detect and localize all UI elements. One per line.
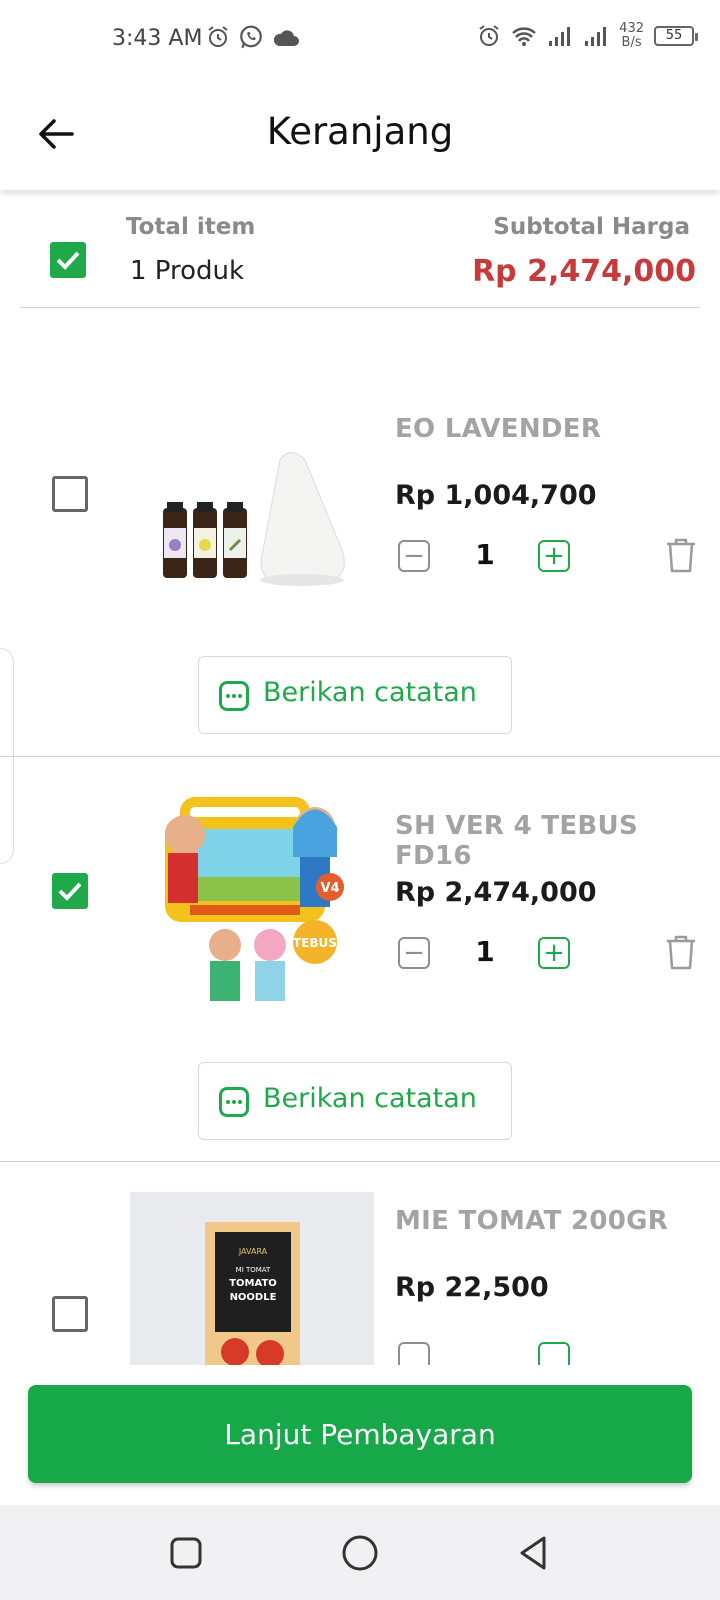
item-checkbox[interactable] [52,873,88,909]
app-bar: Keranjang [0,80,720,190]
note-icon [219,1087,249,1117]
product-name: MIE TOMAT 200GR [395,1206,669,1236]
increase-quantity-button[interactable]: + [538,540,570,572]
decrease-quantity-button[interactable] [398,1342,430,1365]
svg-text:V4: V4 [320,881,339,896]
svg-text:TOMATO: TOMATO [229,1278,277,1289]
product-image [130,430,370,610]
battery-icon: 55 [654,26,698,46]
alarm-icon [479,25,499,46]
subtotal-value: Rp 2,474,000 [472,254,696,289]
status-right-icons: 432 B/s 55 [477,21,698,50]
item-checkbox[interactable] [52,1296,88,1332]
add-note-button[interactable]: Berikan catatan [198,1062,512,1140]
product-price: Rp 2,474,000 [395,877,597,908]
total-item-label: Total item [126,214,256,240]
cart-item: V4 TEBUS SH VER 4 TEBUS FD16 Rp 2,474,00… [0,797,720,1162]
svg-text:TEBUS: TEBUS [293,936,337,950]
svg-text:JAVARA: JAVARA [238,1247,268,1256]
home-icon[interactable] [340,1533,380,1573]
status-bar: 3:43 AM 432 B/s 55 [0,0,720,80]
cloud-icon [273,30,299,46]
product-price: Rp 22,500 [395,1272,549,1303]
divider [0,756,720,757]
recent-apps-icon[interactable] [166,1533,206,1573]
trash-icon[interactable] [664,536,698,574]
product-image: JAVARA MI TOMAT TOMATO NOODLE [130,1192,374,1365]
svg-text:MI TOMAT: MI TOMAT [236,1266,271,1274]
increase-quantity-button[interactable] [538,1342,570,1365]
cart-item: EO LAVENDER Rp 1,004,700 − 1 + Berikan c… [0,400,720,757]
svg-text:NOODLE: NOODLE [230,1292,277,1303]
system-nav-bar [0,1505,720,1600]
product-image: V4 TEBUS [130,797,370,1017]
increase-quantity-button[interactable]: + [538,937,570,969]
network-speed: 432 B/s [619,21,644,50]
add-note-button[interactable]: Berikan catatan [198,656,512,734]
quantity-value: 1 [475,935,495,968]
checkout-button[interactable]: Lanjut Pembayaran [28,1385,692,1483]
status-left-icons [206,24,300,50]
product-price: Rp 1,004,700 [395,480,597,511]
product-name: EO LAVENDER [395,414,602,444]
wifi-icon [512,27,537,46]
decrease-quantity-button[interactable]: − [398,937,430,969]
cart-summary: Total item 1 Produk Subtotal Harga Rp 2,… [20,200,700,308]
total-item-value: 1 Produk [130,256,245,286]
subtotal-label: Subtotal Harga [493,214,690,240]
check-icon [58,882,82,901]
signal-icon [549,27,571,46]
divider [0,1161,720,1162]
check-icon [56,251,80,270]
decrease-quantity-button[interactable]: − [398,540,430,572]
trash-icon[interactable] [664,933,698,971]
status-time: 3:43 AM [112,26,203,51]
page-title: Keranjang [266,110,454,153]
cart-item: JAVARA MI TOMAT TOMATO NOODLE MIE TOMAT … [0,1192,720,1365]
note-icon [219,681,249,711]
product-name: SH VER 4 TEBUS FD16 [395,811,638,871]
back-nav-icon[interactable] [514,1533,554,1573]
alarm-icon [208,26,228,47]
select-all-checkbox[interactable] [50,242,86,278]
item-checkbox[interactable] [52,476,88,512]
quantity-value: 1 [475,538,495,571]
whatsapp-icon [240,25,262,49]
checkout-footer: Lanjut Pembayaran [0,1365,720,1505]
signal-icon [585,27,607,46]
